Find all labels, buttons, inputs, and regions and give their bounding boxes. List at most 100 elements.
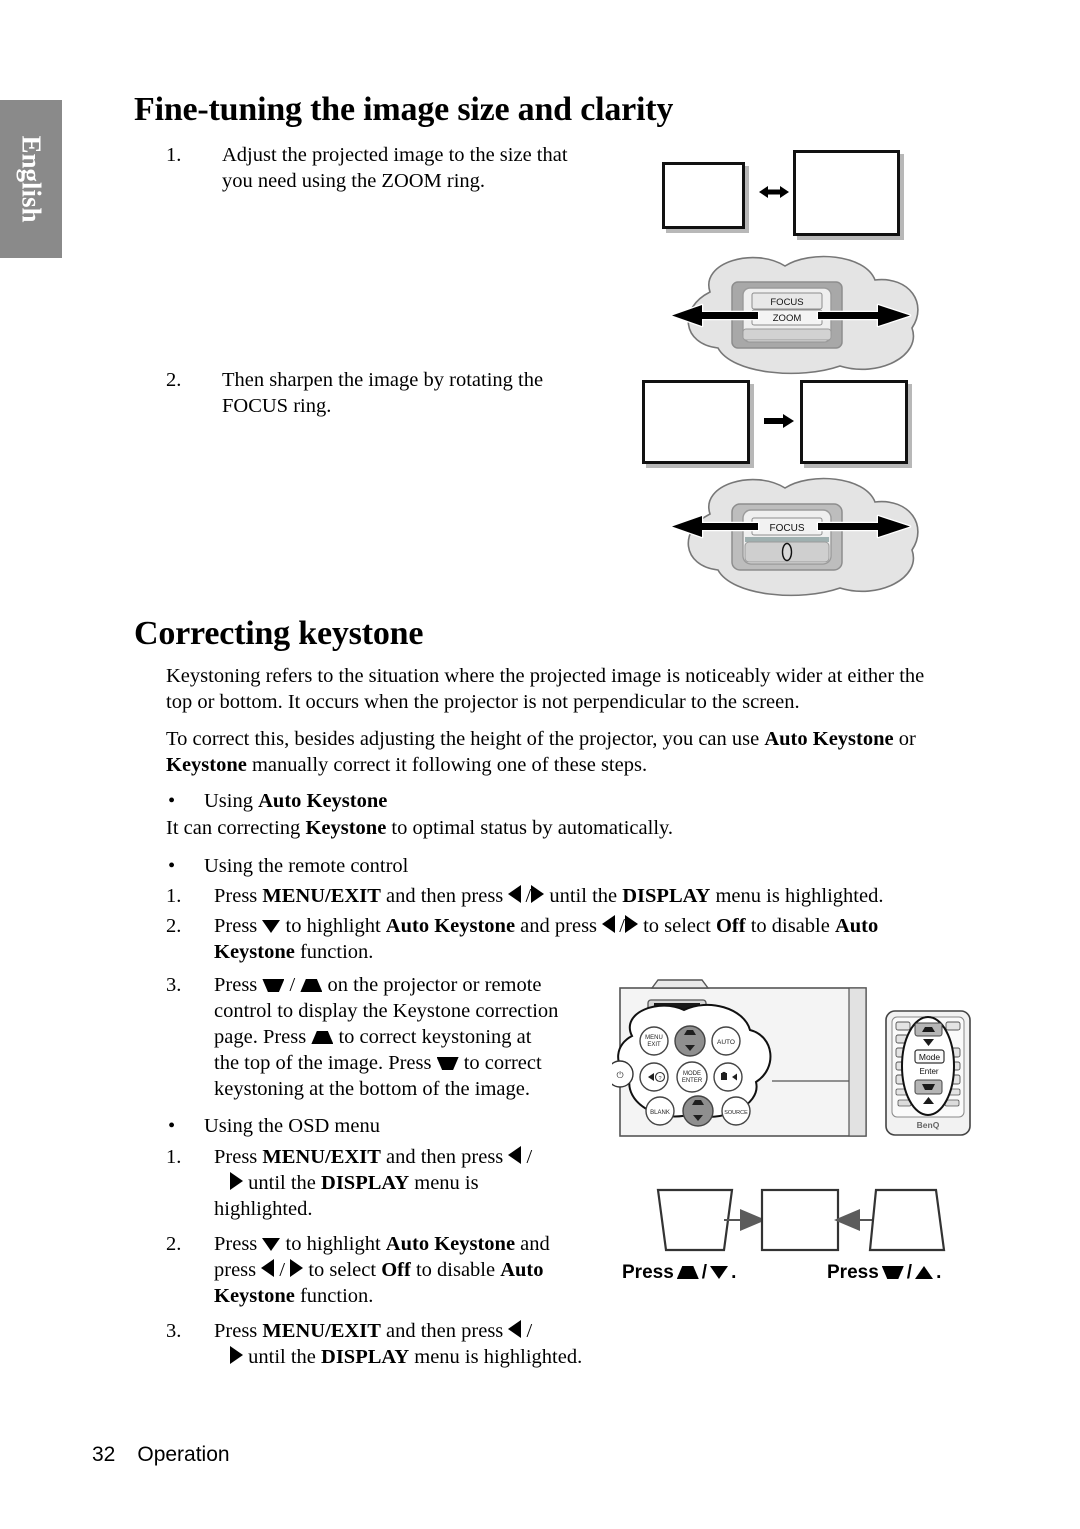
auto-body-b: to optimal status by automatically.: [386, 817, 674, 839]
osd-step-1: Press MENU/EXIT and then press / until t…: [214, 1144, 614, 1222]
o2-l1a: Press: [214, 1233, 263, 1255]
r2-keystone: Keystone: [214, 941, 295, 963]
r3-l5: keystoning at the bottom of the image.: [214, 1078, 530, 1100]
r3-l2: control to display the Keystone correcti…: [214, 1000, 559, 1022]
intro-p2-c: or: [893, 728, 916, 750]
remote-brand-label: BenQ: [917, 1120, 940, 1130]
double-arrow-icon: [759, 186, 789, 198]
step1-line2: you need using the ZOOM ring.: [222, 170, 486, 192]
press-label-right: Press /.: [827, 1262, 942, 1283]
o1-l1c: and then press: [380, 1146, 509, 1168]
step-number: 2.: [166, 1233, 182, 1255]
step-number: 1.: [166, 885, 182, 907]
shape-trapezoid-top-wide: [656, 1188, 734, 1252]
o2-function: function.: [294, 1285, 374, 1307]
footer-page-number: 32: [92, 1443, 116, 1466]
svg-text:MENU: MENU: [645, 1035, 663, 1041]
step1-line1: Adjust the projected image to the size t…: [222, 144, 568, 166]
step-number: 2.: [166, 915, 182, 937]
rect-small: [662, 162, 745, 229]
o2-l1d: and: [515, 1233, 550, 1255]
bullet-using-remote-control: Using the remote control: [204, 855, 409, 877]
svg-text:MODE: MODE: [683, 1071, 701, 1077]
rect-large: [793, 150, 900, 236]
button-menu-exit[interactable]: [639, 1026, 669, 1056]
r3-l1a: Press: [214, 974, 263, 996]
o1-display: DISPLAY: [321, 1172, 410, 1194]
o1-menu-exit: MENU/EXIT: [262, 1146, 381, 1168]
lens-label-focus: FOCUS: [770, 523, 805, 534]
step-text-2: Then sharpen the image by rotating the F…: [222, 367, 622, 419]
up-arrow-icon: [915, 1266, 934, 1279]
figure-keystone-correction: [656, 1188, 946, 1252]
right-arrow-icon: [230, 1172, 243, 1190]
step-number: 3.: [166, 1320, 182, 1342]
o2-keystone: Keystone: [214, 1285, 295, 1307]
o3-l1c: and then press: [380, 1320, 509, 1342]
o1-l1d: /: [521, 1146, 533, 1168]
button-right-lock[interactable]: [713, 1062, 743, 1092]
page-title-correcting-keystone: Correcting keystone: [134, 615, 424, 652]
r3-l3a: page. Press: [214, 1026, 312, 1048]
r2-g: to disable: [745, 915, 835, 937]
o1-l2c: menu is: [409, 1172, 479, 1194]
intro-p2-bold-auto-keystone: Auto Keystone: [764, 728, 894, 750]
r3-l4b: to correct: [458, 1052, 542, 1074]
bullet-marker: •: [168, 855, 176, 877]
r2-b: to highlight: [280, 915, 386, 937]
r1-a: Press: [214, 885, 263, 907]
r2-d: and press: [515, 915, 603, 937]
down-arrow-icon: [262, 920, 281, 933]
bullet-marker: •: [168, 1115, 176, 1137]
bullet-using-osd-menu: Using the OSD menu: [204, 1115, 380, 1137]
remote-enter-label: Enter: [919, 1067, 938, 1076]
step-number: 2.: [166, 369, 182, 391]
o2-l2a: press: [214, 1259, 262, 1281]
figure-lens-zoom-ring: FOCUS ZOOM: [670, 255, 919, 375]
rect-sharp: [800, 380, 908, 464]
language-tab-label: English: [16, 135, 47, 223]
keystone-down-icon: [436, 1057, 459, 1070]
left-arrow-icon: [602, 915, 616, 933]
r2-auto: Auto: [834, 915, 879, 937]
step-number: 1.: [166, 144, 182, 166]
keystone-down-icon: [881, 1266, 904, 1279]
left-arrow-icon: [261, 1259, 275, 1277]
r1-f: menu is highlighted.: [710, 885, 884, 907]
shape-rectangle-corrected: [760, 1188, 840, 1252]
keystone-up-icon: [676, 1266, 699, 1279]
step2-line1: Then sharpen the image by rotating the: [222, 369, 544, 391]
o3-l1d: /: [521, 1320, 533, 1342]
down-arrow-icon: [710, 1266, 729, 1279]
keystone-up-icon: [311, 1031, 334, 1044]
left-arrow-icon: [508, 1146, 522, 1164]
r3-l1b: /: [284, 974, 301, 996]
o3-l1a: Press: [214, 1320, 263, 1342]
osd-step-2: Press to highlight Auto Keystone and pre…: [214, 1231, 614, 1309]
o2-l2c: to select: [303, 1259, 382, 1281]
right-arrow-icon: [290, 1259, 304, 1277]
svg-text:AUTO: AUTO: [717, 1039, 735, 1046]
intro-p2-d: manually correct it following one of the…: [246, 754, 648, 776]
rect-blurry: [642, 380, 750, 464]
step-number: 1.: [166, 1146, 182, 1168]
o2-off: Off: [381, 1259, 411, 1281]
o2-l2b: /: [274, 1259, 291, 1281]
press-right-suffix: .: [936, 1262, 942, 1283]
svg-text:EXIT: EXIT: [647, 1042, 661, 1048]
figure-projector-control-panel: ⏻ MENU EXIT AUTO ? MODE ENTER BLANK SOUR…: [612, 979, 867, 1137]
down-arrow-icon: [262, 1238, 281, 1251]
r2-e: to select: [637, 915, 716, 937]
language-tab: English: [0, 100, 62, 258]
document-page: English Fine-tuning the image size and c…: [0, 0, 1080, 1529]
o1-l3: highlighted.: [214, 1198, 313, 1220]
svg-text:ENTER: ENTER: [682, 1078, 703, 1084]
button-mode-enter[interactable]: [676, 1061, 708, 1093]
footer-section: Operation: [137, 1443, 230, 1466]
step-number: 3.: [166, 974, 182, 996]
keystone-down-icon: [262, 979, 285, 992]
intro-p2-bold-keystone: Keystone: [166, 754, 247, 776]
remote-step-3: Press / on the projector or remote contr…: [214, 972, 614, 1102]
step-text-1: Adjust the projected image to the size t…: [222, 142, 622, 194]
o2-l1b: to highlight: [280, 1233, 386, 1255]
